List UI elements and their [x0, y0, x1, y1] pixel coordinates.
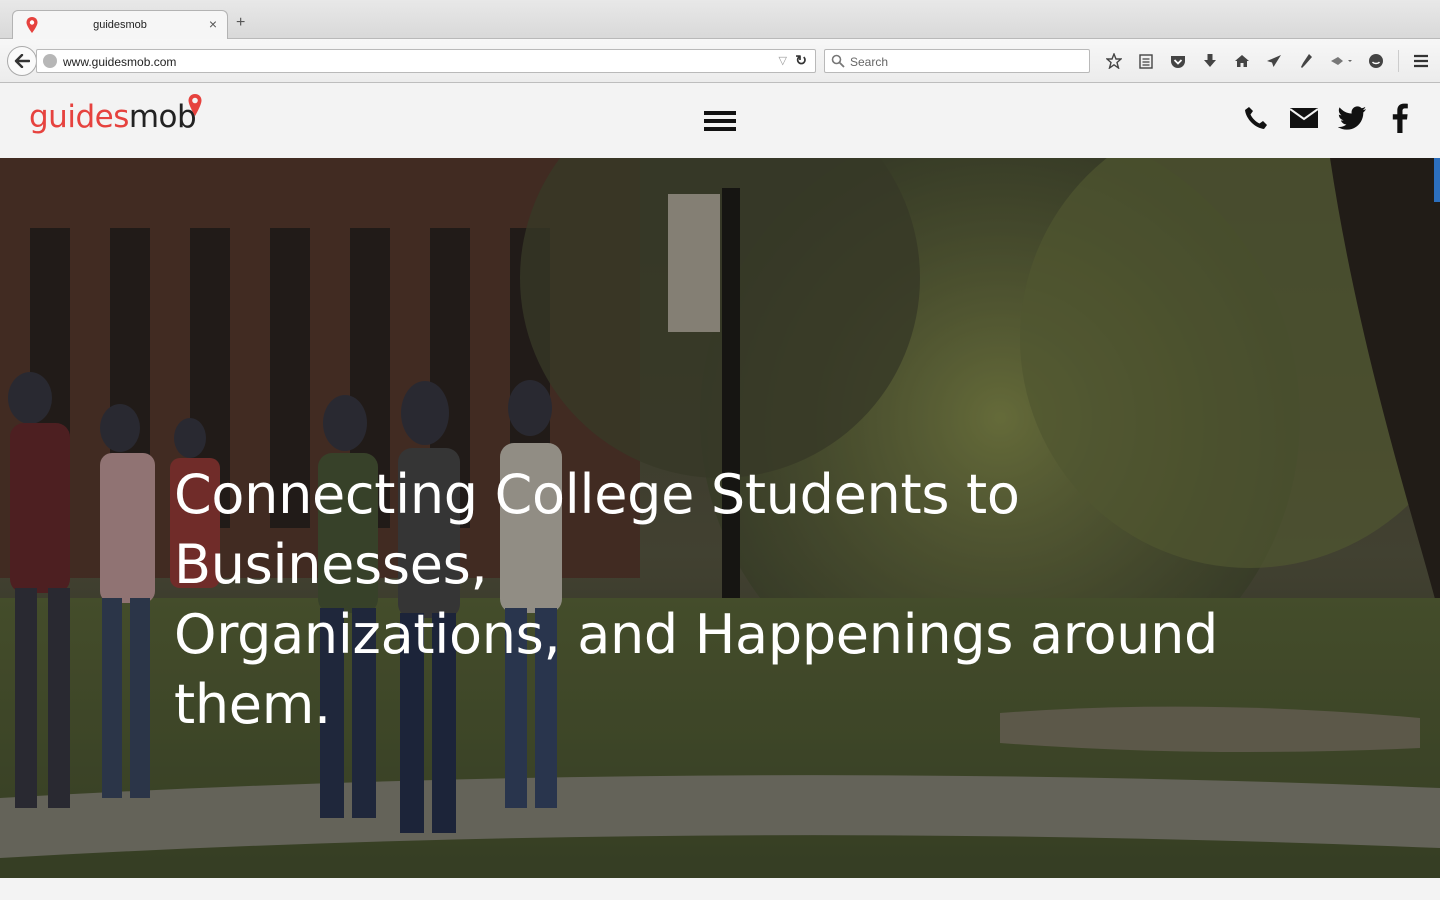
map-pin-icon — [188, 94, 202, 116]
new-tab-button[interactable]: + — [236, 14, 245, 32]
download-icon[interactable] — [1194, 49, 1226, 73]
mail-icon[interactable] — [1290, 103, 1318, 133]
hero-section: Connecting College Students to Businesse… — [0, 158, 1440, 878]
pocket-icon[interactable] — [1162, 49, 1194, 73]
reading-list-icon[interactable] — [1130, 49, 1162, 73]
scrollbar-thumb[interactable] — [1434, 158, 1440, 202]
chat-icon[interactable] — [1360, 49, 1392, 73]
browser-tab[interactable]: guidesmob × — [12, 10, 228, 40]
star-icon[interactable] — [1098, 49, 1130, 73]
hamburger-menu-icon[interactable] — [704, 111, 736, 131]
url-text[interactable]: www.guidesmob.com — [63, 55, 176, 69]
hero-headline: Connecting College Students to Businesse… — [174, 460, 1314, 740]
phone-icon[interactable] — [1242, 103, 1270, 133]
back-arrow-icon — [14, 54, 30, 68]
reload-icon[interactable]: ↻ — [795, 52, 807, 69]
send-icon[interactable] — [1258, 49, 1290, 73]
page-bottom-strip — [0, 878, 1440, 900]
logo-text-guides: guides — [29, 99, 129, 135]
menu-icon[interactable] — [1405, 49, 1437, 73]
search-bar[interactable] — [824, 49, 1090, 73]
toolbar-icons — [1098, 49, 1437, 73]
tab-strip: guidesmob × + — [0, 0, 1440, 40]
search-icon — [831, 54, 845, 68]
extension-icon[interactable] — [1322, 49, 1360, 73]
globe-icon — [43, 54, 57, 68]
home-icon[interactable] — [1226, 49, 1258, 73]
tab-close-icon[interactable]: × — [209, 16, 217, 32]
toolbar-separator — [1398, 50, 1399, 72]
facebook-icon[interactable] — [1386, 103, 1414, 133]
tab-title: guidesmob — [93, 19, 147, 31]
guidesmob-logo[interactable]: guidesmob — [29, 93, 209, 143]
pen-icon[interactable] — [1290, 49, 1322, 73]
url-bar[interactable]: www.guidesmob.com ▽ ↻ — [36, 49, 816, 73]
hero-headline-line-1: Connecting College Students to Businesse… — [174, 463, 1020, 596]
twitter-icon[interactable] — [1338, 103, 1366, 133]
site-header: guidesmob — [0, 83, 1440, 158]
logo-text: guidesmob — [29, 99, 197, 135]
url-dropdown-icon[interactable]: ▽ — [779, 54, 787, 67]
social-links — [1242, 103, 1414, 133]
search-input[interactable] — [850, 53, 1080, 70]
browser-navbar: www.guidesmob.com ▽ ↻ — [0, 39, 1440, 83]
back-button[interactable] — [7, 46, 37, 76]
hero-headline-line-2: Organizations, and Happenings around the… — [174, 603, 1219, 736]
